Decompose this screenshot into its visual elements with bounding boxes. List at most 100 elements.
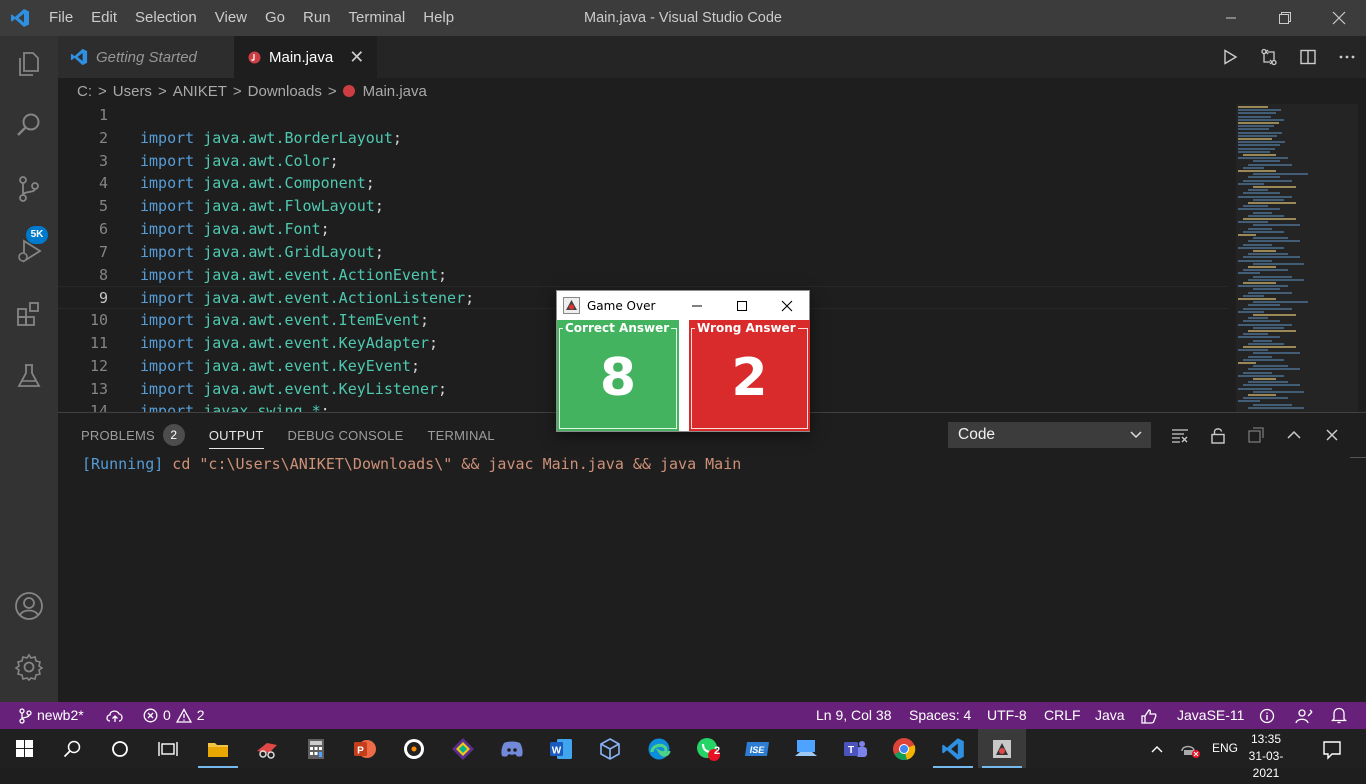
indentation[interactable]: Spaces: 4: [909, 702, 971, 729]
tab-output[interactable]: OUTPUT: [208, 413, 264, 457]
minimap-line: [1238, 259, 1272, 262]
menu-file[interactable]: File: [40, 0, 82, 36]
java-app-icon[interactable]: [978, 729, 1026, 768]
tab-main-java[interactable]: Main.java ✕: [234, 36, 377, 78]
settings-gear-icon[interactable]: [0, 642, 58, 692]
menu-go[interactable]: Go: [256, 0, 294, 36]
whatsapp-icon[interactable]: 2: [684, 729, 732, 768]
code-line[interactable]: 1: [58, 104, 1228, 127]
split-editor-icon[interactable]: [1288, 36, 1327, 78]
minimap-line: [1238, 323, 1292, 326]
encoding[interactable]: UTF-8: [987, 702, 1027, 729]
account-icon[interactable]: [0, 581, 58, 631]
search-icon[interactable]: [0, 100, 58, 150]
explorer-icon[interactable]: [0, 39, 58, 89]
minimap[interactable]: [1228, 104, 1366, 412]
cortana-icon[interactable]: [96, 729, 144, 768]
remote-icon[interactable]: [782, 729, 830, 768]
problems-status[interactable]: 0 2: [143, 702, 205, 729]
code-line[interactable]: 7 import java.awt.GridLayout;: [58, 241, 1228, 264]
minimap-line: [1243, 397, 1288, 400]
game-close-button[interactable]: [764, 291, 809, 320]
breadcrumb-file[interactable]: Main.java: [363, 83, 427, 100]
menu-view[interactable]: View: [206, 0, 256, 36]
media-icon[interactable]: [390, 729, 438, 768]
code-line[interactable]: 5 import java.awt.FlowLayout;: [58, 195, 1228, 218]
sync-status[interactable]: [106, 702, 124, 729]
powerpoint-icon[interactable]: P: [341, 729, 389, 768]
game-window-titlebar[interactable]: Game Over: [557, 291, 809, 320]
tab-problems[interactable]: PROBLEMS 2: [81, 413, 185, 457]
minimize-button[interactable]: [1204, 0, 1258, 36]
word-icon[interactable]: W: [537, 729, 585, 768]
breadcrumb-users[interactable]: Users: [113, 83, 152, 100]
menu-terminal[interactable]: Terminal: [340, 0, 415, 36]
maximize-panel-icon[interactable]: [1275, 421, 1313, 449]
line-ending[interactable]: CRLF: [1044, 702, 1081, 729]
compare-changes-icon[interactable]: [1249, 36, 1288, 78]
virtualbox-icon[interactable]: [586, 729, 634, 768]
language-mode[interactable]: Java: [1095, 702, 1125, 729]
live-share-status[interactable]: [1295, 702, 1313, 729]
close-window-button[interactable]: [1312, 0, 1366, 36]
close-panel-icon[interactable]: [1313, 421, 1351, 449]
tab-terminal[interactable]: TERMINAL: [428, 413, 495, 457]
code-line[interactable]: 6 import java.awt.Font;: [58, 218, 1228, 241]
open-log-icon[interactable]: [1237, 421, 1275, 449]
language-indicator[interactable]: ENG: [1212, 729, 1238, 768]
menu-selection[interactable]: Selection: [126, 0, 206, 36]
close-tab-icon[interactable]: ✕: [349, 47, 364, 68]
code-line[interactable]: 8 import java.awt.event.ActionEvent;: [58, 264, 1228, 287]
java-project-status[interactable]: [1140, 702, 1158, 729]
vscode-icon[interactable]: [929, 729, 977, 768]
breadcrumb-aniket[interactable]: ANIKET: [173, 83, 227, 100]
breadcrumb-drive[interactable]: C:: [77, 83, 92, 100]
network-icon[interactable]: [1180, 729, 1202, 768]
output-channel-select[interactable]: Code: [948, 422, 1151, 448]
minimap-line: [1253, 365, 1288, 368]
more-actions-icon[interactable]: [1327, 36, 1366, 78]
code-line[interactable]: 3 import java.awt.Color;: [58, 150, 1228, 173]
source-control-icon[interactable]: [0, 164, 58, 214]
show-hidden-icons[interactable]: [1150, 729, 1164, 768]
code-line[interactable]: 4 import java.awt.Component;: [58, 172, 1228, 195]
teams-icon[interactable]: T: [831, 729, 879, 768]
windows-start-icon[interactable]: [0, 729, 48, 768]
search-icon[interactable]: [48, 729, 96, 768]
restore-button[interactable]: [1258, 0, 1312, 36]
lock-scroll-icon[interactable]: [1199, 421, 1237, 449]
chrome-icon[interactable]: [880, 729, 928, 768]
clear-output-icon[interactable]: [1161, 421, 1199, 449]
action-center-icon[interactable]: [1322, 729, 1342, 768]
system-clock[interactable]: 13:35 31-03-2021: [1240, 731, 1292, 782]
feedback-status[interactable]: [1259, 702, 1275, 729]
extensions-icon[interactable]: [0, 289, 58, 339]
snipping-icon[interactable]: [243, 729, 291, 768]
file-explorer-icon[interactable]: [194, 729, 242, 768]
discord-icon[interactable]: [488, 729, 536, 768]
java-runtime[interactable]: JavaSE-11: [1177, 702, 1244, 729]
task-view-icon[interactable]: [144, 729, 192, 768]
app-icon[interactable]: [439, 729, 487, 768]
game-minimize-button[interactable]: [674, 291, 719, 320]
calculator-icon[interactable]: [292, 729, 340, 768]
menu-help[interactable]: Help: [414, 0, 463, 36]
run-debug-icon[interactable]: [0, 226, 58, 276]
edge-icon[interactable]: [635, 729, 683, 768]
minimap-line: [1238, 141, 1285, 144]
menu-run[interactable]: Run: [294, 0, 340, 36]
breadcrumb-downloads[interactable]: Downloads: [248, 83, 322, 100]
cursor-position[interactable]: Ln 9, Col 38: [816, 702, 892, 729]
panel-scrollbar[interactable]: [1350, 457, 1366, 477]
tab-debug-console[interactable]: DEBUG CONSOLE: [288, 413, 404, 457]
code-line[interactable]: 2 import java.awt.BorderLayout;: [58, 127, 1228, 150]
minimap-line: [1238, 195, 1292, 198]
notifications-status[interactable]: [1331, 702, 1347, 729]
branch-status[interactable]: newb2*: [18, 702, 84, 729]
game-maximize-button[interactable]: [719, 291, 764, 320]
testing-icon[interactable]: [0, 351, 58, 401]
pen-app-icon[interactable]: ISE: [733, 729, 781, 768]
tab-getting-started[interactable]: Getting Started: [58, 36, 234, 78]
run-code-icon[interactable]: [1210, 36, 1249, 78]
menu-edit[interactable]: Edit: [82, 0, 126, 36]
